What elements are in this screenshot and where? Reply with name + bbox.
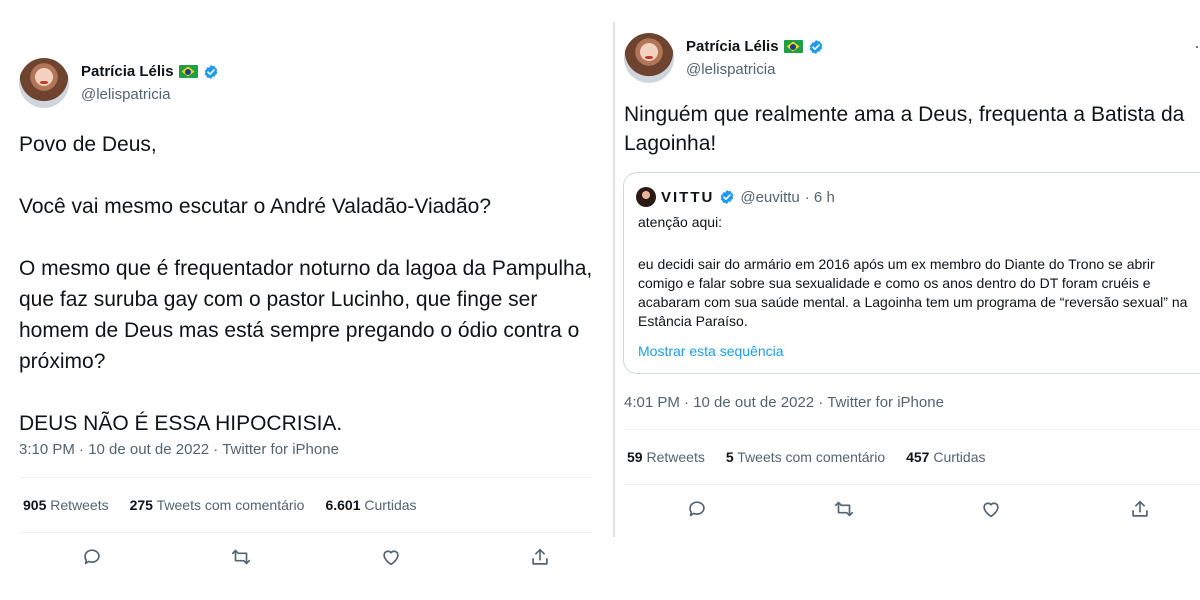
quoted-tweet-lead: atenção aqui: (638, 214, 723, 230)
author-avatar[interactable] (19, 58, 69, 108)
reply-icon[interactable] (81, 546, 103, 568)
tweet-paragraph: Você vai mesmo escutar o André Valadão-V… (19, 195, 492, 218)
divider (19, 532, 593, 533)
author-handle[interactable]: @lelispatricia (81, 86, 170, 103)
divider (624, 429, 1200, 430)
quotes-label: Tweets com comentário (737, 449, 886, 465)
quotes-label: Tweets com comentário (156, 497, 305, 513)
author-name-row: Patrícia Lélis (81, 63, 219, 80)
verified-badge-icon (719, 189, 735, 205)
right-tweet: Patrícia Lélis @lelispatricia ·· Ninguém… (616, 0, 1200, 600)
retweets-stat[interactable]: 59 Retweets (627, 449, 705, 465)
more-icon[interactable]: ·· (1194, 36, 1200, 57)
like-icon[interactable] (380, 546, 402, 568)
share-icon[interactable] (529, 546, 551, 568)
like-icon[interactable] (980, 498, 1002, 520)
author-name[interactable]: Patrícia Lélis (686, 38, 779, 55)
retweets-count: 905 (23, 497, 47, 513)
share-icon[interactable] (1129, 498, 1151, 520)
quoted-author-avatar (636, 187, 656, 207)
author-name[interactable]: Patrícia Lélis (81, 63, 174, 80)
quotes-stat[interactable]: 5 Tweets com comentário (726, 449, 885, 465)
quoted-author-handle: @euvittu (740, 188, 800, 206)
tweet-stats: 905 Retweets 275 Tweets com comentário 6… (23, 497, 417, 513)
column-divider (613, 22, 615, 537)
divider (624, 484, 1200, 485)
verified-badge-icon (203, 64, 219, 80)
likes-count: 6.601 (325, 497, 361, 513)
retweets-label: Retweets (646, 449, 705, 465)
author-handle[interactable]: @lelispatricia (686, 61, 775, 78)
likes-stat[interactable]: 6.601 Curtidas (325, 497, 416, 513)
brazil-flag-icon (178, 65, 198, 78)
tweet-text: Povo de Deus, Você vai mesmo escutar o A… (19, 129, 599, 439)
tweet-timestamp[interactable]: 4:01 PM · 10 de out de 2022 · Twitter fo… (624, 394, 944, 411)
retweet-icon[interactable] (833, 498, 855, 520)
divider (19, 477, 593, 478)
retweets-count: 59 (627, 449, 643, 465)
retweet-icon[interactable] (230, 546, 252, 568)
left-tweet: Patrícia Lélis @lelispatricia Povo de De… (0, 0, 612, 600)
tweet-text: Ninguém que realmente ama a Deus, freque… (624, 103, 1185, 155)
author-avatar[interactable] (624, 33, 674, 83)
quoted-tweet[interactable]: VITTU @euvittu · 6 h atenção aqui: eu de… (623, 172, 1200, 374)
tweet-stats: 59 Retweets 5 Tweets com comentário 457 … (627, 449, 986, 465)
likes-stat[interactable]: 457 Curtidas (906, 449, 985, 465)
author-name-row: Patrícia Lélis (686, 38, 824, 55)
likes-label: Curtidas (933, 449, 986, 465)
quotes-count: 275 (129, 497, 153, 513)
show-thread-link[interactable]: Mostrar esta sequência (638, 343, 784, 359)
tweet-paragraph: Povo de Deus, (19, 133, 157, 156)
quoted-tweet-body: eu decidi sair do armário em 2016 após u… (638, 256, 1188, 329)
quotes-stat[interactable]: 275 Tweets com comentário (130, 497, 305, 513)
retweets-stat[interactable]: 905 Retweets (23, 497, 109, 513)
tweet-paragraph: O mesmo que é frequentador noturno da la… (19, 257, 593, 373)
retweets-label: Retweets (50, 497, 109, 513)
brazil-flag-icon (783, 40, 803, 53)
reply-icon[interactable] (686, 498, 708, 520)
quotes-count: 5 (725, 449, 734, 465)
quoted-author-name: VITTU (661, 188, 715, 206)
likes-label: Curtidas (364, 497, 417, 513)
quoted-tweet-header: VITTU @euvittu · 6 h (636, 187, 835, 207)
tweet-timestamp[interactable]: 3:10 PM · 10 de out de 2022 · Twitter fo… (19, 441, 339, 458)
verified-badge-icon (808, 39, 824, 55)
quoted-tweet-time: · 6 h (804, 188, 835, 206)
tweet-paragraph: DEUS NÃO É ESSA HIPOCRISIA. (19, 412, 343, 435)
likes-count: 457 (906, 449, 930, 465)
